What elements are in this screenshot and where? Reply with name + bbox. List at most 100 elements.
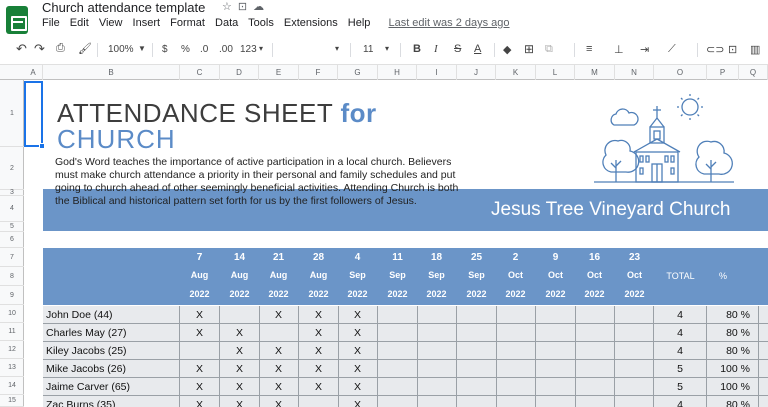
insert-comment-icon[interactable]: ⊡ [728, 43, 737, 56]
chevron-down-icon[interactable]: ▾ [385, 44, 389, 53]
percent-cell[interactable]: 80 % [707, 324, 759, 342]
attendance-cell[interactable] [496, 324, 536, 342]
attendance-cell[interactable] [457, 396, 497, 407]
column-header[interactable]: F [299, 65, 338, 80]
row-header[interactable]: 10 [0, 305, 24, 323]
attendance-cell[interactable] [180, 342, 220, 360]
attendance-cell[interactable] [378, 306, 418, 324]
column-header[interactable]: Q [739, 65, 768, 80]
total-cell[interactable]: 4 [654, 306, 707, 324]
attendance-cell[interactable]: X [299, 342, 339, 360]
attendance-cell[interactable] [417, 396, 457, 407]
percent-cell[interactable]: 80 % [707, 342, 759, 360]
attendance-cell[interactable] [457, 324, 497, 342]
attendance-cell[interactable]: X [220, 360, 260, 378]
fill-color-icon[interactable]: ◆ [503, 43, 511, 56]
attendance-cell[interactable]: X [180, 306, 220, 324]
attendance-cell[interactable] [575, 324, 615, 342]
attendance-cell[interactable]: X [220, 378, 260, 396]
attendance-cell[interactable]: X [299, 324, 339, 342]
column-header[interactable]: D [220, 65, 259, 80]
attendance-cell[interactable] [575, 306, 615, 324]
row-header[interactable]: 13 [0, 359, 24, 377]
menu-view[interactable]: View [99, 17, 123, 29]
member-name-cell[interactable]: Kiley Jacobs (25) [43, 342, 180, 360]
selected-cell[interactable] [24, 81, 43, 147]
menu-data[interactable]: Data [215, 17, 238, 29]
attendance-cell[interactable]: X [259, 396, 299, 407]
attendance-cell[interactable]: X [259, 360, 299, 378]
percent-cell[interactable]: 100 % [707, 360, 759, 378]
attendance-cell[interactable] [615, 342, 654, 360]
attendance-cell[interactable] [299, 396, 339, 407]
row-header[interactable]: 9 [0, 286, 24, 305]
attendance-cell[interactable] [457, 342, 497, 360]
attendance-cell[interactable] [615, 360, 654, 378]
column-header[interactable]: O [654, 65, 707, 80]
attendance-cell[interactable] [536, 324, 576, 342]
attendance-cell[interactable] [417, 324, 457, 342]
column-header[interactable]: H [378, 65, 417, 80]
row-header[interactable]: 14 [0, 377, 24, 395]
vertical-align-icon[interactable]: ⊥ [614, 43, 624, 56]
attendance-cell[interactable] [536, 360, 576, 378]
borders-icon[interactable]: ⊞ [524, 42, 534, 56]
attendance-cell[interactable] [496, 396, 536, 407]
column-header[interactable]: N [615, 65, 654, 80]
attendance-cell[interactable] [536, 396, 576, 407]
total-cell[interactable]: 4 [654, 342, 707, 360]
menu-format[interactable]: Format [170, 17, 205, 29]
attendance-cell[interactable] [417, 306, 457, 324]
attendance-cell[interactable]: X [220, 324, 260, 342]
strikethrough-button[interactable]: S [454, 43, 461, 55]
italic-button[interactable]: I [434, 43, 438, 55]
attendance-cell[interactable]: X [259, 306, 299, 324]
attendance-cell[interactable] [417, 342, 457, 360]
attendance-cell[interactable]: X [180, 396, 220, 407]
attendance-cell[interactable] [496, 360, 536, 378]
column-header[interactable]: K [496, 65, 536, 80]
attendance-cell[interactable] [575, 378, 615, 396]
attendance-cell[interactable] [417, 378, 457, 396]
attendance-cell[interactable] [496, 342, 536, 360]
text-wrap-icon[interactable]: ⇥ [640, 43, 649, 56]
attendance-cell[interactable] [378, 396, 418, 407]
decrease-decimal-button[interactable]: .0 [200, 44, 208, 55]
attendance-cell[interactable] [457, 360, 497, 378]
menu-extensions[interactable]: Extensions [284, 17, 338, 29]
paint-format-icon[interactable]: 🖌 [78, 42, 92, 55]
column-header[interactable]: M [575, 65, 615, 80]
last-edit-link[interactable]: Last edit was 2 days ago [388, 17, 509, 29]
attendance-cell[interactable] [536, 306, 576, 324]
attendance-cell[interactable] [575, 342, 615, 360]
menu-file[interactable]: File [42, 17, 60, 29]
attendance-cell[interactable] [457, 378, 497, 396]
percent-cell[interactable]: 100 % [707, 378, 759, 396]
attendance-cell[interactable] [457, 306, 497, 324]
redo-icon[interactable]: ↷ [34, 41, 45, 57]
horizontal-align-icon[interactable]: ≡ [586, 43, 592, 55]
total-cell[interactable]: 5 [654, 360, 707, 378]
chevron-down-icon[interactable]: ▼ [138, 44, 146, 53]
attendance-cell[interactable] [536, 378, 576, 396]
chevron-down-icon[interactable]: ▾ [259, 44, 263, 53]
attendance-cell[interactable] [378, 324, 418, 342]
document-title[interactable]: Church attendance template [42, 0, 205, 15]
percent-format-button[interactable]: % [181, 44, 190, 55]
attendance-cell[interactable] [417, 360, 457, 378]
print-icon[interactable]: ⎙ [56, 42, 65, 55]
attendance-cell[interactable] [378, 378, 418, 396]
row-header[interactable]: 15 [0, 395, 24, 407]
attendance-cell[interactable]: X [299, 306, 339, 324]
font-family-chevron-icon[interactable]: ▾ [335, 44, 339, 53]
attendance-cell[interactable] [378, 342, 418, 360]
column-header[interactable]: E [259, 65, 299, 80]
attendance-cell[interactable] [615, 378, 654, 396]
percent-cell[interactable]: 80 % [707, 306, 759, 324]
column-header[interactable]: G [338, 65, 378, 80]
attendance-cell[interactable] [615, 324, 654, 342]
row-header[interactable]: 1 [0, 80, 24, 147]
font-size-select[interactable]: 11 [363, 44, 373, 55]
row-header[interactable]: 4 [0, 196, 24, 222]
text-color-button[interactable]: A [474, 43, 481, 55]
